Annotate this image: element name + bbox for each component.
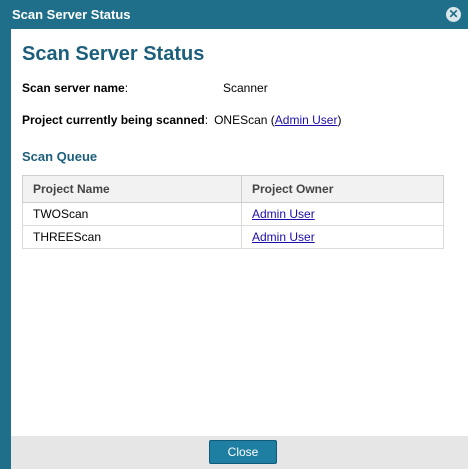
column-header-project-owner[interactable]: Project Owner <box>241 175 444 203</box>
project-name-cell: THREEScan <box>22 225 242 249</box>
dialog-content: Scan Server Status Scan server name: Sca… <box>11 29 468 436</box>
page-title: Scan Server Status <box>22 43 205 65</box>
server-name-value: Scanner <box>223 81 268 95</box>
server-name-label: Scan server name <box>22 81 125 95</box>
scan-queue-heading: Scan Queue <box>22 149 98 164</box>
current-project-name: ONEScan <box>214 113 268 127</box>
close-circle-icon[interactable]: ✕ <box>446 7 461 22</box>
scan-queue-table: Project Name Project Owner TWOScan Admin… <box>22 175 444 249</box>
table-row: THREEScan Admin User <box>22 225 444 249</box>
dialog-title: Scan Server Status <box>12 7 131 22</box>
scan-server-status-dialog: Scan Server Status ✕ Scan Server Status … <box>0 0 468 469</box>
current-project-colon: : <box>204 113 209 127</box>
dialog-titlebar: Scan Server Status ✕ <box>0 0 468 29</box>
server-name-colon: : <box>124 81 129 95</box>
dialog-footer: Close <box>11 436 468 469</box>
project-owner-cell: Admin User <box>241 202 444 226</box>
project-owner-link[interactable]: Admin User <box>252 230 315 244</box>
current-project-owner-link[interactable]: Admin User <box>275 113 338 127</box>
current-project-row: Project currently being scanned: ONEScan … <box>22 113 341 127</box>
table-row: TWOScan Admin User <box>22 202 444 226</box>
server-name-row: Scan server name: Scanner <box>22 81 268 95</box>
current-project-value: ONEScan (Admin User) <box>214 113 341 127</box>
close-button[interactable]: Close <box>209 440 277 464</box>
project-name-cell: TWOScan <box>22 202 242 226</box>
project-owner-cell: Admin User <box>241 225 444 249</box>
column-header-project-name[interactable]: Project Name <box>22 175 242 203</box>
paren-close: ) <box>337 113 342 127</box>
current-project-label: Project currently being scanned <box>22 113 205 127</box>
project-owner-link[interactable]: Admin User <box>252 207 315 221</box>
table-header-row: Project Name Project Owner <box>22 175 444 203</box>
